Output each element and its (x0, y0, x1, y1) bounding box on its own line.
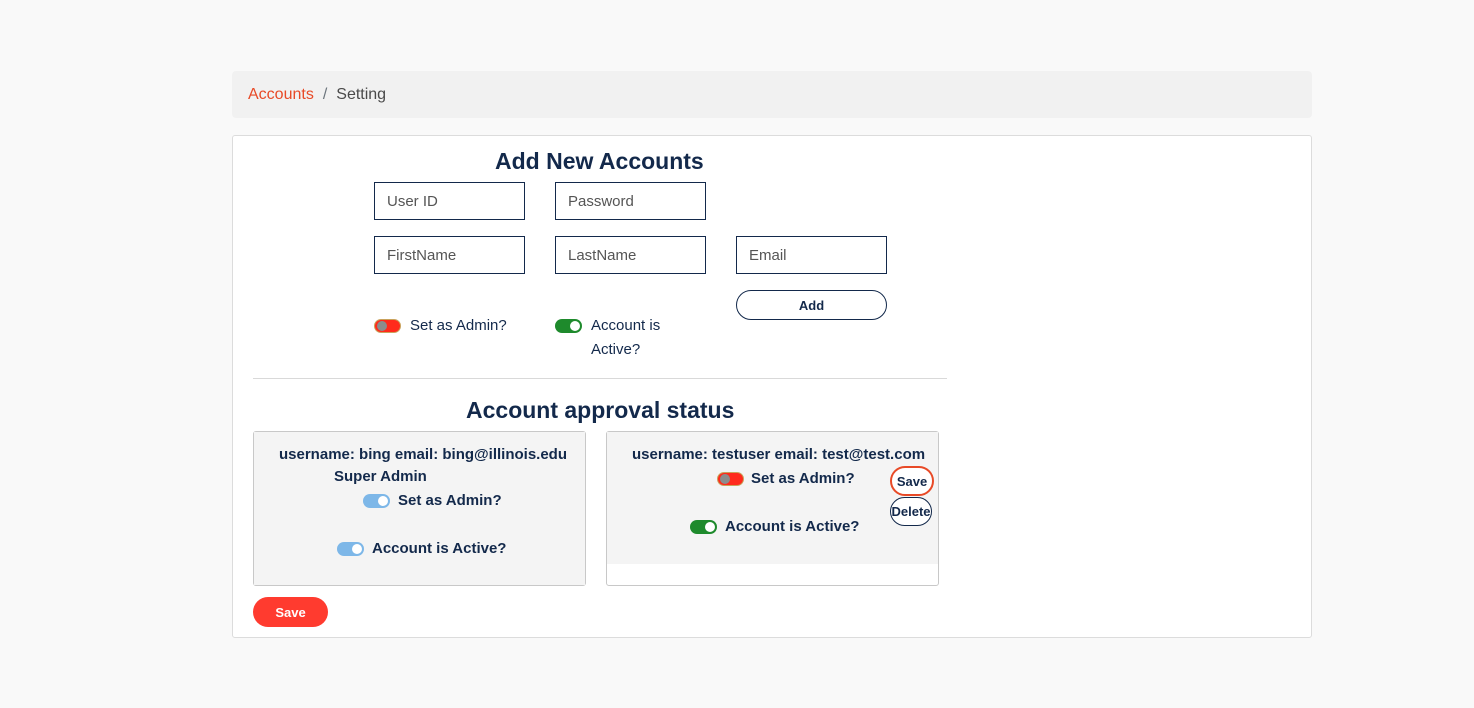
firstname-input[interactable] (374, 236, 525, 274)
password-input[interactable] (555, 182, 706, 220)
set-admin-toggle[interactable] (374, 319, 401, 333)
toggle-knob (720, 474, 730, 484)
breadcrumb: Accounts / Setting (232, 71, 1312, 118)
account-card-testuser: username: testuser email: test@test.com … (606, 431, 939, 586)
set-admin-toggle[interactable] (717, 472, 744, 486)
section-divider (253, 378, 947, 379)
toggle-knob (378, 496, 388, 506)
account-save-button[interactable]: Save (890, 466, 934, 496)
approval-status-title: Account approval status (466, 397, 735, 423)
account-delete-button[interactable]: Delete (890, 497, 932, 526)
account-active-toggle[interactable] (690, 520, 717, 534)
account-info: username: testuser email: test@test.com (632, 446, 926, 463)
settings-card: Add New Accounts Add Set as Admin? Accou… (232, 135, 1312, 638)
toggle-knob (705, 522, 715, 532)
email-input[interactable] (736, 236, 887, 274)
add-account-button[interactable]: Add (736, 290, 887, 320)
toggle-knob (377, 321, 387, 331)
set-admin-label: Set as Admin? (398, 492, 502, 509)
user-id-input[interactable] (374, 182, 525, 220)
account-active-label-line1: Account is (591, 317, 661, 334)
set-admin-toggle-disabled (363, 494, 390, 508)
account-info: username: bing email: bing@illinois.edu (279, 446, 567, 463)
lastname-input[interactable] (555, 236, 706, 274)
account-active-label-line2: Active? (591, 341, 641, 358)
account-card-bing: username: bing email: bing@illinois.edu … (253, 431, 586, 586)
breadcrumb-current: Setting (336, 85, 387, 103)
account-active-label: Account is Active? (372, 540, 507, 557)
add-accounts-title: Add New Accounts (495, 148, 704, 174)
toggle-knob (570, 321, 580, 331)
set-admin-label: Set as Admin? (410, 317, 507, 334)
breadcrumb-accounts-link[interactable]: Accounts (248, 86, 314, 104)
account-active-label: Account is Active? (725, 518, 860, 535)
toggle-knob (352, 544, 362, 554)
account-active-toggle-disabled (337, 542, 364, 556)
account-active-toggle[interactable] (555, 319, 582, 333)
account-role: Super Admin (334, 468, 427, 485)
set-admin-label: Set as Admin? (751, 470, 855, 487)
breadcrumb-separator: / (322, 85, 328, 103)
save-button[interactable]: Save (253, 597, 328, 627)
